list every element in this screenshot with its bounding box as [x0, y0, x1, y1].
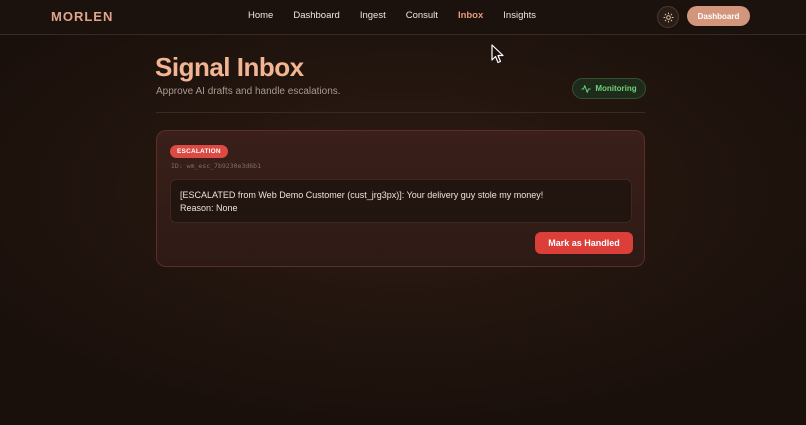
brand-logo[interactable]: MORLEN — [51, 9, 113, 24]
nav-ingest[interactable]: Ingest — [360, 10, 386, 21]
dashboard-button[interactable]: Dashboard — [687, 6, 750, 26]
nav-insights[interactable]: Insights — [503, 10, 536, 21]
nav-dashboard[interactable]: Dashboard — [293, 10, 339, 21]
monitoring-label: Monitoring — [595, 84, 637, 93]
nav-consult[interactable]: Consult — [406, 10, 438, 21]
monitoring-status-badge: Monitoring — [572, 78, 646, 99]
main-nav: Home Dashboard Ingest Consult Inbox Insi… — [248, 10, 556, 21]
mouse-cursor-icon — [491, 44, 504, 64]
theme-toggle-button[interactable] — [657, 6, 679, 28]
message-text: [ESCALATED from Web Demo Customer (cust_… — [180, 190, 544, 200]
page-title: Signal Inbox — [155, 52, 304, 82]
activity-icon — [581, 84, 591, 93]
message-body: [ESCALATED from Web Demo Customer (cust_… — [170, 179, 632, 223]
escalation-card: ESCALATION ID: wm_esc_7b9230e3d6b1 [ESCA… — [156, 130, 645, 267]
escalation-badge: ESCALATION — [170, 145, 228, 158]
mark-as-handled-button[interactable]: Mark as Handled — [535, 232, 633, 254]
top-navbar: MORLEN Home Dashboard Ingest Consult Inb… — [0, 0, 806, 35]
header-divider — [156, 112, 645, 113]
message-id: ID: wm_esc_7b9230e3d6b1 — [171, 162, 262, 170]
nav-inbox[interactable]: Inbox — [458, 10, 483, 21]
message-reason: Reason: None — [180, 203, 238, 213]
page-subtitle: Approve AI drafts and handle escalations… — [156, 86, 341, 97]
nav-home[interactable]: Home — [248, 10, 273, 21]
sun-icon — [662, 11, 674, 23]
